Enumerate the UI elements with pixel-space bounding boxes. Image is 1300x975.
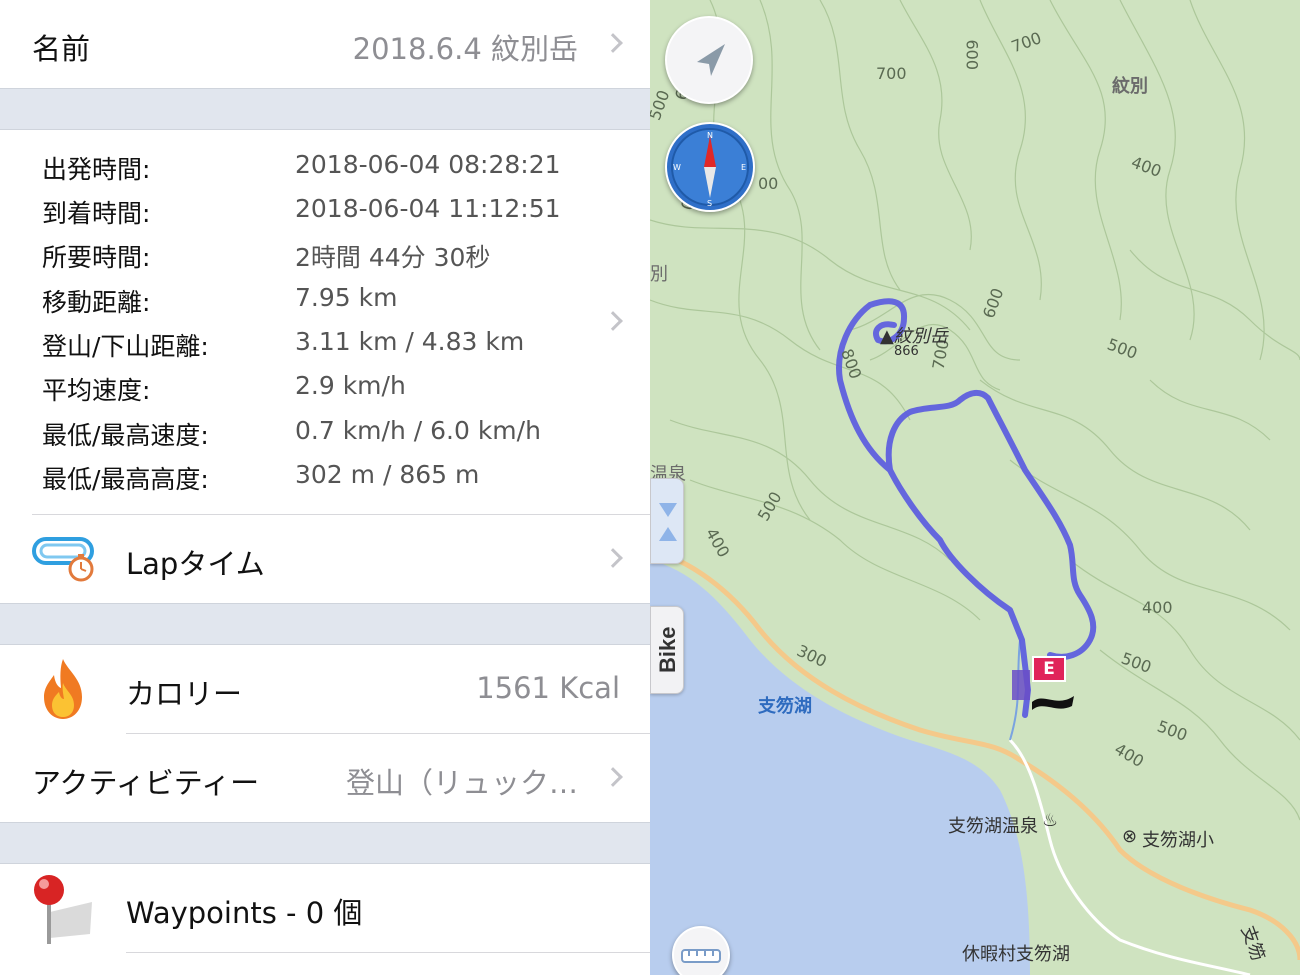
calorie-row: カロリー 1561 Kcal [0,645,650,733]
chevron-right-icon [603,767,623,787]
flag-icon [1030,690,1076,712]
area-name: 紋別 [1112,76,1148,97]
locate-button[interactable] [665,16,753,104]
contour-label: 700 [876,64,907,83]
end-marker-label: E [1043,659,1055,679]
ruler-icon [681,949,721,963]
onsen-icon: ♨ [1042,810,1059,831]
stat-key: 出発時間: [42,155,151,184]
bike-tab[interactable]: Bike [650,606,684,694]
contour-label: 00 [758,174,779,193]
school-icon: ⊗ [1122,826,1138,847]
summit-elevation: 866 [894,344,919,359]
map-view[interactable]: 700 700 600 400 600 500 500 700 800 600 … [650,0,1300,975]
svg-text:S: S [707,199,712,208]
section-separator [0,88,650,130]
activity-row[interactable]: アクティビティー 登山（リュック… [0,734,650,822]
stat-value: 2.9 km/h [295,371,406,400]
activity-label: アクティビティー [32,766,260,800]
name-value: 2018.6.4 紋別岳 [352,32,578,66]
location-arrow-icon [697,44,725,76]
svg-text:W: W [673,163,681,172]
contour-label: 600 [962,39,982,71]
stat-value: 2018-06-04 08:28:21 [295,150,561,179]
flame-icon [38,657,88,721]
lap-time-row[interactable]: Lapタイム [0,515,650,603]
lake-name: 支笏湖 [758,696,812,717]
end-marker[interactable]: E [1032,656,1066,682]
waypoints-row[interactable]: Waypoints - 0 個 [0,864,650,952]
stat-key: 到着時間: [42,199,151,228]
waypoints-label: Waypoints - 0 個 [126,896,363,930]
stat-value: 2時間 44分 30秒 [295,243,491,272]
stat-key: 登山/下山距離: [42,332,209,361]
calorie-label: カロリー [126,677,243,711]
stat-key: 平均速度: [42,376,151,405]
calorie-value: 1561 Kcal [476,671,620,705]
track-detail-panel: 名前 2018.6.4 紋別岳 出発時間: 2018-06-04 08:28:2… [0,0,650,975]
contour-label: 400 [1142,598,1173,617]
lap-timer-icon [32,533,96,583]
stats-row[interactable]: 出発時間: 2018-06-04 08:28:21 到着時間: 2018-06-… [0,130,650,515]
lap-time-label: Lapタイム [126,547,265,581]
onsen-name: 支笏湖温泉 [948,816,1038,837]
name-row[interactable]: 名前 2018.6.4 紋別岳 [0,0,650,88]
compass-icon: N W E S [671,128,749,208]
section-separator [0,822,650,864]
pin-icon [30,872,96,948]
stat-value: 0.7 km/h / 6.0 km/h [295,416,541,445]
bike-tab-label: Bike [655,626,680,673]
left-clipped-name: 別 [650,264,668,285]
chevron-right-icon [603,33,623,53]
stat-value: 7.95 km [295,283,398,312]
split-arrows-icon [659,503,677,541]
stat-value: 3.11 km / 4.83 km [295,327,525,356]
svg-text:N: N [707,131,713,140]
stat-key: 最低/最高速度: [42,421,209,450]
divider [126,952,650,953]
stat-value: 2018-06-04 11:12:51 [295,194,561,223]
chevron-right-icon [603,548,623,568]
stat-value: 302 m / 865 m [295,460,480,489]
ruler-button[interactable] [672,926,730,975]
name-label: 名前 [32,32,91,66]
kyuka-name: 休暇村支笏湖 [962,944,1070,965]
stat-key: 最低/最高高度: [42,465,209,494]
stat-key: 所要時間: [42,243,151,272]
compass-button[interactable]: N W E S [665,122,755,212]
svg-text:E: E [741,163,746,172]
activity-value: 登山（リュック… [345,766,578,800]
section-separator [0,603,650,645]
split-toggle-button[interactable] [650,478,684,564]
chevron-right-icon [603,311,623,331]
school-name: 支笏湖小 [1142,830,1214,851]
stat-key: 移動距離: [42,288,151,317]
